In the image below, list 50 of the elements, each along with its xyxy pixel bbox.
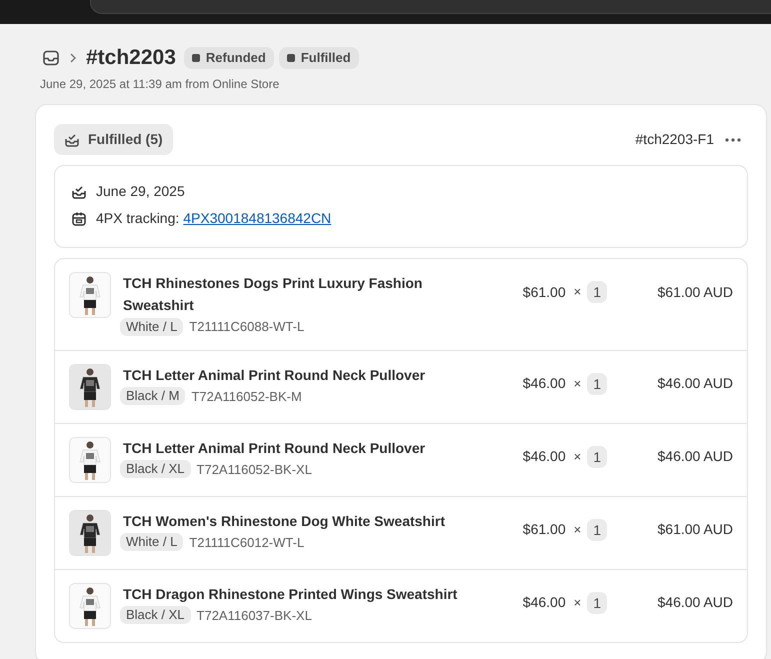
product-name: TCH Rhinestones Dogs Print Luxury Fashion Sweatshirt: [123, 274, 424, 315]
page-title: #tch2203: [86, 45, 176, 72]
product-sku: T72A116037-BK-XL: [196, 606, 312, 624]
quantity-badge: 1: [587, 372, 607, 394]
quantity-badge: 1: [587, 518, 607, 540]
fulfillment-id: #tch2203-F1: [635, 130, 714, 149]
line-total: $46.00 AUD: [656, 593, 733, 612]
product-name: TCH Letter Animal Print Round Neck Pullover: [123, 438, 426, 458]
status-badge: Fulfilled: [278, 47, 359, 69]
fulfillment-date: June 29, 2025: [96, 182, 185, 201]
product-sku: T72A116052-BK-XL: [196, 460, 312, 478]
chevron-icon: [68, 52, 78, 64]
times-sign: ×: [574, 594, 582, 612]
times-sign: ×: [574, 520, 582, 539]
unit-price: $46.00: [522, 374, 566, 393]
line-total: $46.00 AUD: [656, 447, 733, 466]
line-total: $61.00 AUD: [656, 282, 733, 302]
variant-tag: White / L: [120, 533, 184, 552]
status-badge: Refunded: [184, 47, 274, 69]
fulfilled-icon: [71, 184, 87, 200]
times-sign: ×: [574, 283, 582, 302]
product-sku: T21111C6012-WT-L: [189, 534, 304, 552]
times-sign: ×: [574, 448, 582, 466]
quantity-badge: 1: [587, 592, 607, 614]
quantity-badge: 1: [587, 446, 607, 468]
package-icon: [71, 210, 87, 226]
variant-tag: White / L: [120, 318, 184, 336]
product-name: TCH Letter Animal Print Round Neck Pullover: [123, 366, 426, 384]
order-date: June 29, 2025 at 11:39 am from Online Store: [40, 76, 280, 93]
variant-tag: Black / M: [120, 387, 186, 406]
unit-price: $46.00: [522, 593, 566, 612]
status-label: Fulfilled (5): [88, 130, 163, 149]
product-name: TCH Women's Rhinestone Dog White Sweatshirt: [123, 512, 446, 531]
unit-price: $61.00: [522, 520, 566, 539]
quantity-badge: 1: [587, 281, 607, 303]
variant-tag: Black / XL: [120, 460, 191, 478]
product-sku: T72A116052-BK-M: [191, 388, 302, 406]
inbox-icon[interactable]: [42, 49, 60, 67]
fulfilled-icon: [64, 132, 80, 148]
product-sku: T21111C6088-WT-L: [189, 318, 304, 336]
unit-price: $46.00: [522, 447, 566, 466]
unit-price: $61.00: [522, 282, 566, 302]
more-icon[interactable]: [724, 136, 742, 142]
variant-tag: Black / XL: [120, 606, 191, 624]
times-sign: ×: [574, 374, 582, 393]
tracking-label: 4PX tracking:: [96, 209, 180, 228]
tracking-link[interactable]: 4PX3001848136842CN: [183, 208, 332, 229]
line-total: $46.00 AUD: [656, 374, 733, 393]
line-total: $61.00 AUD: [656, 520, 733, 539]
product-name: TCH Dragon Rhinestone Printed Wings Sweatshirt: [123, 584, 458, 604]
